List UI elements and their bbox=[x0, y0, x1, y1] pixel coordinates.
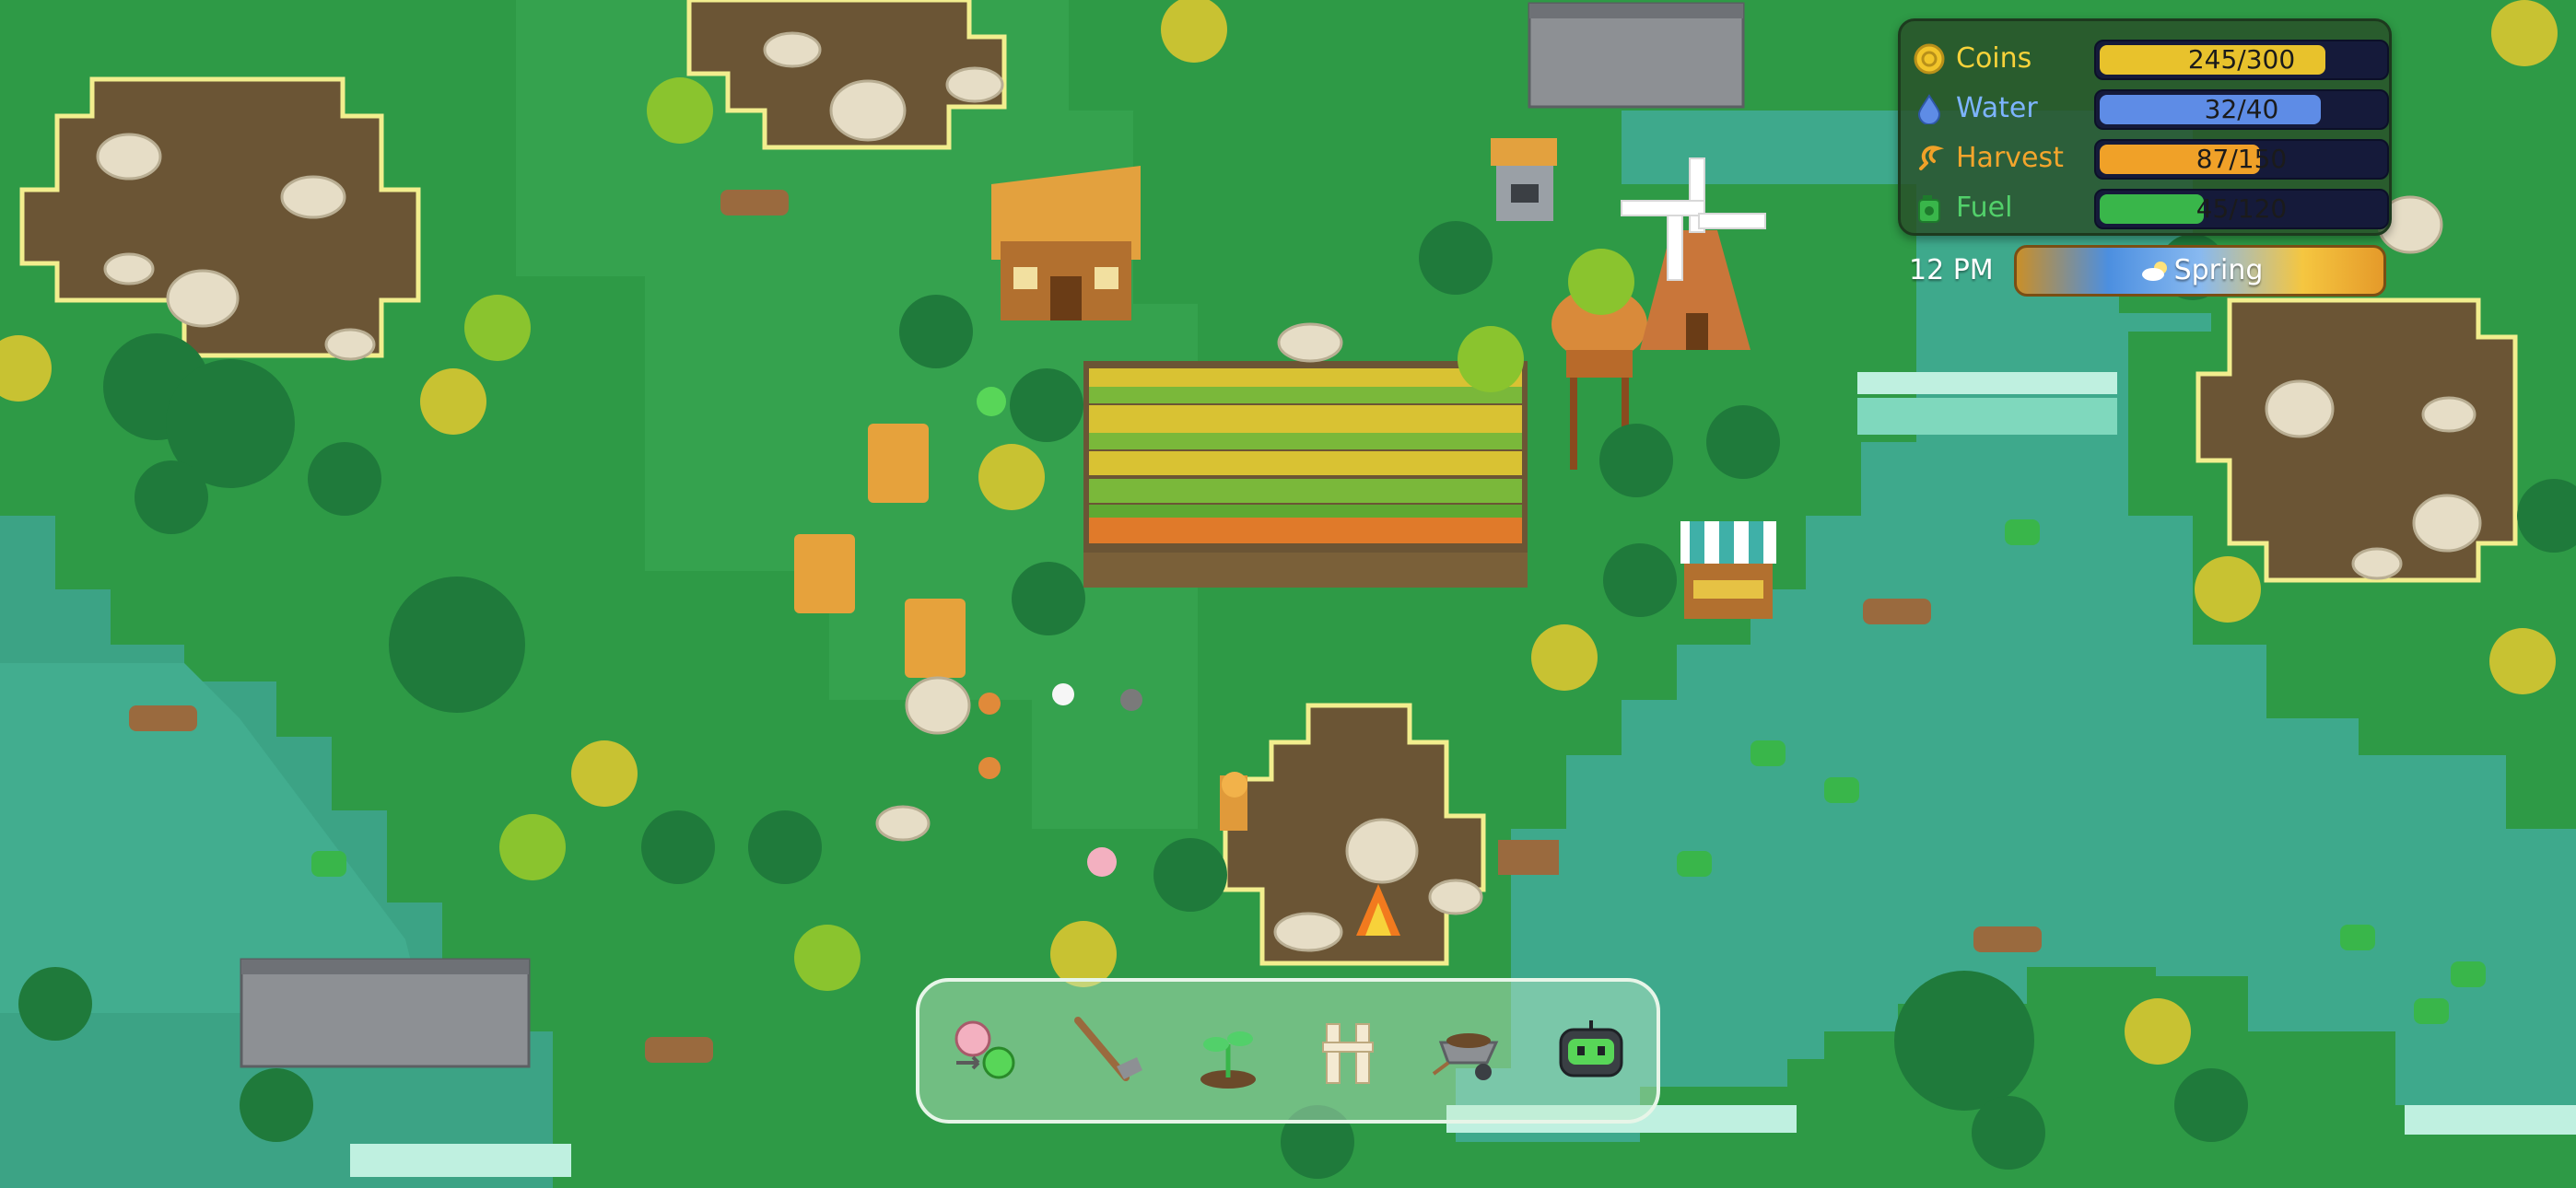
sickle-icon bbox=[1919, 146, 1945, 170]
scarecrow bbox=[1220, 772, 1247, 831]
pig-swap-icon bbox=[954, 1020, 1015, 1079]
harvest-row: Harvest 87/150 bbox=[1914, 137, 2389, 180]
water-row: Water 32/40 bbox=[1914, 87, 2389, 130]
coin-icon bbox=[1914, 43, 1945, 75]
water-value: 32/40 bbox=[2204, 94, 2279, 124]
tool-fence-button[interactable] bbox=[1299, 1002, 1397, 1100]
harvest-bar: 87/150 bbox=[2094, 139, 2389, 180]
tool-bar bbox=[916, 978, 1660, 1124]
fuel-row: Fuel 45/120 bbox=[1914, 187, 2389, 229]
water-bar: 32/40 bbox=[2094, 89, 2389, 130]
coins-bar: 245/300 bbox=[2094, 40, 2389, 80]
tool-hoe-button[interactable] bbox=[1058, 1002, 1155, 1100]
seedling-icon bbox=[1200, 1031, 1256, 1089]
harvest-value: 87/150 bbox=[2195, 144, 2288, 174]
water-label: Water bbox=[1956, 92, 2038, 124]
fence-icon bbox=[1322, 1023, 1374, 1084]
fuel-label: Fuel bbox=[1956, 192, 2013, 224]
coins-label: Coins bbox=[1956, 42, 2032, 75]
pig bbox=[1087, 847, 1117, 877]
season-bar: Spring bbox=[2014, 245, 2386, 297]
season-label: Spring bbox=[2173, 254, 2264, 286]
tool-robot-button[interactable] bbox=[1542, 1002, 1640, 1100]
tool-swap-button[interactable] bbox=[938, 1002, 1036, 1100]
slime bbox=[977, 387, 1006, 416]
fuel-value: 45/120 bbox=[2195, 193, 2288, 224]
well bbox=[1491, 138, 1557, 221]
crop-field bbox=[1083, 361, 1528, 588]
farmhouse bbox=[991, 166, 1141, 320]
fuel-can-icon bbox=[1918, 195, 1940, 223]
coins-value: 245/300 bbox=[2187, 44, 2296, 75]
tool-plant-button[interactable] bbox=[1179, 1002, 1277, 1100]
robot-icon bbox=[1559, 1020, 1623, 1077]
harvest-label: Harvest bbox=[1956, 142, 2064, 174]
water-drop-icon bbox=[1917, 94, 1941, 124]
game-viewport[interactable]: Coins 245/300 Water 32/40 Harvest 87/150… bbox=[0, 0, 2576, 1188]
market-stall bbox=[1680, 521, 1776, 619]
hoe-icon bbox=[1074, 1017, 1142, 1081]
coins-row: Coins 245/300 bbox=[1914, 38, 2389, 80]
resource-panel: Coins 245/300 Water 32/40 Harvest 87/150… bbox=[1898, 18, 2392, 236]
tool-wheelbarrow-button[interactable] bbox=[1421, 1002, 1518, 1100]
fuel-bar: 45/120 bbox=[2094, 189, 2389, 229]
wheelbarrow-icon bbox=[1432, 1033, 1499, 1080]
bench bbox=[1498, 840, 1559, 875]
